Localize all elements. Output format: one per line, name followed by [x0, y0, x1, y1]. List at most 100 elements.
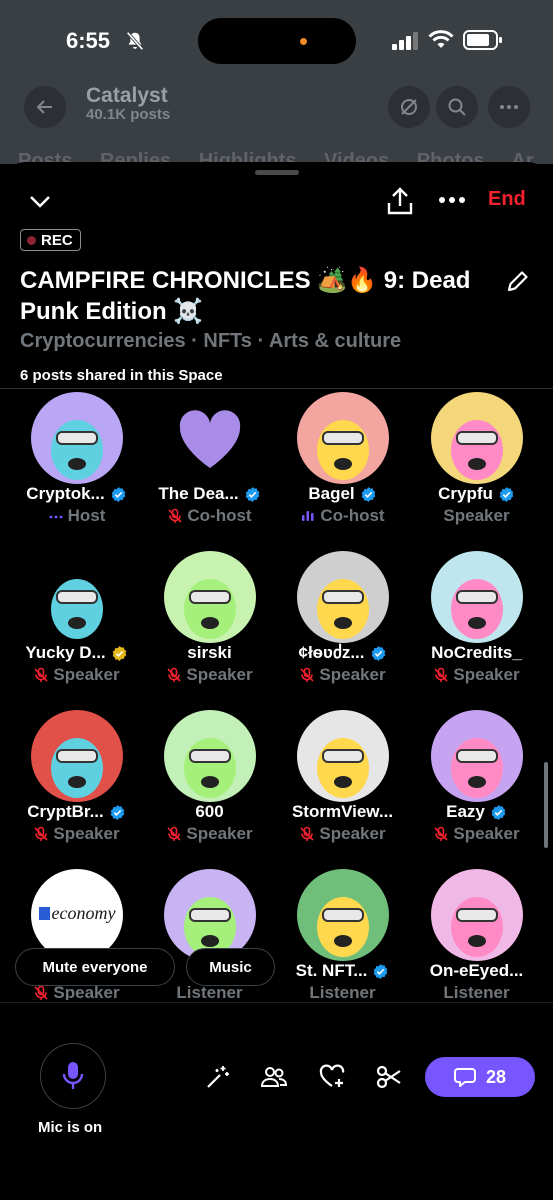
pencil-icon[interactable] [505, 268, 531, 294]
participant-name-text: St. NFT... [295, 961, 368, 980]
verified-badge-icon [491, 804, 506, 820]
battery-icon [463, 30, 502, 50]
magic-wand-icon[interactable] [204, 1063, 232, 1091]
avatar[interactable] [31, 551, 123, 643]
participant-card[interactable]: Crypfu Speaker [410, 392, 543, 542]
avatar[interactable] [164, 392, 256, 484]
participant-role: Speaker [143, 665, 276, 685]
avatar[interactable] [297, 869, 389, 961]
avatar[interactable] [297, 551, 389, 643]
participant-role-text: Speaker [186, 665, 253, 684]
participant-name-text: Crypfu [438, 484, 493, 503]
participant-name: Bagel [276, 484, 409, 504]
space-topics[interactable]: Cryptocurrencies · NFTs · Arts & culture [20, 330, 401, 353]
participant-role-text: Speaker [319, 824, 386, 843]
participants-icon[interactable] [260, 1063, 288, 1091]
avatar-art-icon [51, 579, 103, 639]
participant-name: Yucky D... [10, 643, 143, 663]
participant-card[interactable]: St. NFT... Listener [276, 869, 409, 1000]
mic-off-icon [33, 985, 49, 1000]
participant-name: The Dea... [143, 484, 276, 504]
avatar[interactable] [431, 551, 523, 643]
more-horizontal-icon[interactable] [438, 194, 466, 206]
participant-role-text: Speaker [186, 824, 253, 843]
participant-name: Cryptok... [10, 484, 143, 504]
back-button[interactable] [24, 86, 66, 128]
mic-off-icon [166, 826, 182, 842]
participant-role: Speaker [410, 506, 543, 526]
mic-off-icon [33, 667, 49, 683]
record-dot-icon [27, 235, 36, 245]
mic-off-icon [433, 667, 449, 683]
more-options-button[interactable] [488, 86, 530, 128]
comments-button[interactable]: 28 [425, 1057, 535, 1097]
end-space-button[interactable]: End [488, 188, 526, 211]
comments-count: 28 [485, 1066, 507, 1087]
space-title: CAMPFIRE CHRONICLES 🏕️🔥 9: Dead Punk Edi… [20, 267, 471, 325]
participant-card[interactable]: Cryptok... Host [10, 392, 143, 542]
avatar[interactable] [164, 710, 256, 802]
avatar[interactable] [431, 392, 523, 484]
participant-name-text: 600 [195, 802, 224, 821]
verified-badge-icon [112, 645, 126, 661]
unmute-button[interactable] [388, 86, 430, 128]
verified-badge-icon [371, 645, 385, 661]
mic-off-icon [433, 826, 449, 842]
participant-name: Crypfu [410, 484, 543, 504]
sheet-grabber[interactable] [255, 170, 299, 175]
participant-card[interactable]: ¢łѳʋძz... Speaker [276, 551, 409, 701]
avatar[interactable] [164, 551, 256, 643]
status-bar: 6:55 [0, 0, 553, 84]
posts-shared-link[interactable]: 6 posts shared in this Space [20, 367, 223, 384]
avatar[interactable] [31, 392, 123, 484]
chevron-down-icon[interactable] [28, 192, 52, 212]
avatar-logo-text: economy [51, 903, 116, 923]
music-button[interactable]: Music [186, 948, 275, 986]
verified-badge-icon [361, 486, 375, 502]
participant-card[interactable]: StormView... Speaker [276, 710, 409, 860]
participant-role: Host [10, 506, 143, 526]
avatar-art-icon [451, 897, 503, 957]
avatar-art-icon [184, 579, 236, 639]
recording-badge: REC [20, 229, 81, 251]
microphone-button[interactable] [40, 1043, 106, 1109]
status-time: 6:55 [66, 28, 111, 53]
heart-add-icon[interactable] [318, 1063, 346, 1091]
participant-card[interactable]: NoCredits_ Speaker [410, 551, 543, 701]
participant-role: Speaker [410, 665, 543, 685]
avatar[interactable] [431, 869, 523, 961]
participant-role: Speaker [410, 824, 543, 844]
scrollbar[interactable] [544, 762, 548, 848]
participant-card[interactable]: Eazy Speaker [410, 710, 543, 860]
avatar[interactable] [31, 710, 123, 802]
participant-card[interactable]: On-eEyed... Listener [410, 869, 543, 1000]
participant-role: Co-host [276, 506, 409, 526]
participant-card[interactable]: Bagel Co-host [276, 392, 409, 542]
avatar[interactable] [297, 710, 389, 802]
search-icon [448, 98, 466, 116]
participant-card[interactable]: sirski Speaker [143, 551, 276, 701]
share-icon[interactable] [386, 186, 414, 216]
participant-role-text: Speaker [319, 665, 386, 684]
verified-badge-icon [111, 486, 126, 502]
avatar-art-icon [451, 579, 503, 639]
scissors-icon[interactable] [375, 1063, 403, 1091]
participant-card[interactable]: 600 Speaker [143, 710, 276, 860]
arrow-left-icon [36, 100, 52, 114]
participant-card[interactable]: The Dea... Co-host [143, 392, 276, 542]
avatar-art-icon [317, 579, 369, 639]
dynamic-island [198, 18, 356, 64]
search-button[interactable] [436, 86, 478, 128]
chat-bubble-icon [453, 1068, 476, 1087]
background-profile-header: Catalyst 40.1K posts Posts Replies Highl… [0, 84, 553, 172]
participant-name-text: StormView... [291, 802, 394, 821]
heart-logo-icon [179, 410, 241, 468]
participant-card[interactable]: Yucky D... Speaker [10, 551, 143, 701]
participant-role: Speaker [10, 824, 143, 844]
participant-card[interactable]: CryptBr... Speaker [10, 710, 143, 860]
avatar[interactable] [431, 710, 523, 802]
participant-role-text: Speaker [443, 506, 510, 525]
mute-everyone-button[interactable]: Mute everyone [15, 948, 175, 986]
participant-name: NoCredits_ [410, 643, 543, 663]
avatar[interactable] [297, 392, 389, 484]
